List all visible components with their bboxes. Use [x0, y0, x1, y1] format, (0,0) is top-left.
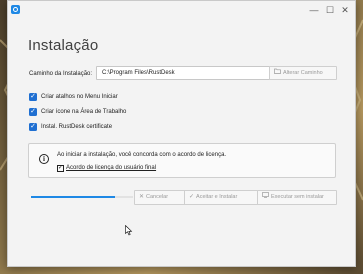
checkbox-start-menu[interactable]: ✓	[29, 93, 37, 101]
install-path-label: Caminho da Instalação:	[29, 71, 93, 77]
info-icon: i	[39, 154, 49, 164]
license-notice-text: Ao iniciar a instalação, você concorda c…	[57, 152, 227, 158]
install-progress-bar	[31, 196, 133, 198]
minimize-button[interactable]: —	[308, 4, 320, 16]
install-progress-fill	[31, 196, 115, 198]
license-notice: i Ao iniciar a instalação, você concorda…	[28, 143, 336, 178]
check-icon: ✓	[189, 194, 195, 200]
close-button[interactable]: ✕	[339, 4, 351, 16]
cancel-label: Cancelar	[146, 194, 169, 200]
option-label: Criar atalhos no Menu Iniciar	[41, 94, 118, 100]
mouse-cursor-icon	[125, 225, 133, 236]
installer-window: — ☐ ✕ Instalação Caminho da Instalação: …	[7, 0, 356, 267]
run-without-install-button[interactable]: Executar sem instalar	[257, 190, 337, 205]
change-path-button[interactable]: Alterar Caminho	[269, 66, 337, 80]
computer-icon	[262, 191, 269, 203]
change-path-label: Alterar Caminho	[283, 70, 323, 76]
folder-icon	[274, 67, 281, 79]
option-label: Instal. RustDesk certificate	[41, 124, 113, 130]
cancel-button[interactable]: ✕ Cancelar	[134, 190, 186, 205]
checkbox-desktop-icon[interactable]: ✓	[29, 108, 37, 116]
page-title: Instalação	[28, 37, 99, 54]
checkbox-certificate[interactable]: ✓	[29, 123, 37, 131]
run-without-label: Executar sem instalar	[271, 194, 324, 200]
license-agreement-link[interactable]: Acordo de licença do usuário final	[66, 165, 156, 172]
title-bar: — ☐ ✕	[8, 1, 355, 19]
rustdesk-icon	[11, 5, 20, 14]
accept-label: Aceitar e Instalar	[196, 194, 238, 200]
maximize-button[interactable]: ☐	[324, 4, 336, 16]
option-label: Criar ícone na Área de Trabalho	[41, 109, 127, 115]
close-icon: ✕	[139, 194, 145, 200]
license-checkbox[interactable]: ✓	[57, 165, 64, 172]
install-path-input[interactable]: C:\Program Files\RustDesk	[96, 66, 270, 80]
accept-and-install-button[interactable]: ✓ Aceitar e Instalar	[184, 190, 258, 205]
